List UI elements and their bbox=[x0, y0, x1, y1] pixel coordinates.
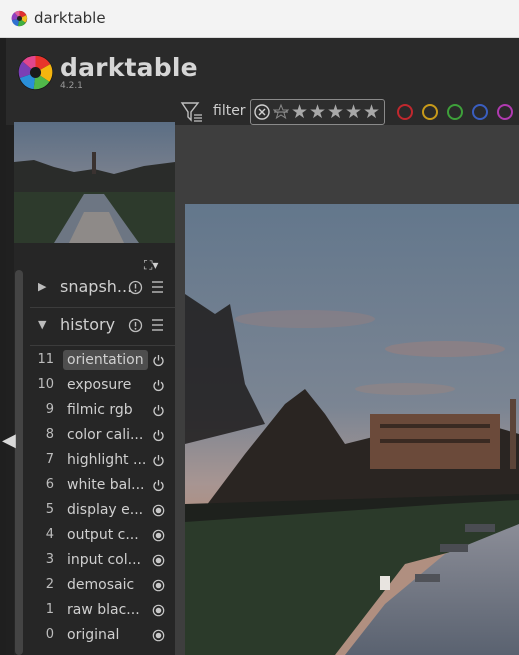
always-on-icon bbox=[152, 554, 165, 567]
power-icon bbox=[153, 380, 164, 392]
presets-menu-icon[interactable] bbox=[151, 318, 164, 332]
app-brand: darktable bbox=[60, 53, 198, 82]
expand-arrow-icon: ▶ bbox=[38, 280, 47, 293]
reject-icon[interactable] bbox=[254, 104, 270, 120]
history-item-label: color cali... bbox=[67, 427, 144, 443]
history-item[interactable]: 3 input col... bbox=[30, 548, 175, 573]
panel-scrollbar[interactable] bbox=[15, 270, 23, 655]
rating-star-2[interactable]: ★ bbox=[309, 101, 326, 123]
history-item-number: 9 bbox=[45, 402, 54, 417]
history-item-label: display e... bbox=[67, 502, 144, 518]
history-item-label: original bbox=[67, 627, 120, 643]
color-label-blue[interactable] bbox=[472, 104, 488, 120]
history-item-label: demosaic bbox=[67, 577, 135, 593]
module-divider bbox=[30, 345, 175, 346]
history-item-number: 0 bbox=[45, 627, 54, 642]
history-item-number: 8 bbox=[45, 427, 54, 442]
presets-menu-icon[interactable] bbox=[151, 280, 164, 294]
history-item-label: output c... bbox=[67, 527, 139, 543]
power-icon bbox=[153, 355, 164, 367]
history-item-label: highlight ... bbox=[67, 452, 147, 468]
rating-star-4[interactable]: ★ bbox=[345, 101, 362, 123]
always-on-icon bbox=[152, 629, 165, 642]
darktable-logo-icon bbox=[17, 54, 54, 91]
history-module-header[interactable]: ▼ history bbox=[30, 308, 175, 344]
power-icon bbox=[153, 430, 164, 442]
history-item[interactable]: 9 filmic rgb bbox=[30, 398, 175, 423]
always-on-icon bbox=[152, 529, 165, 542]
history-item-number: 2 bbox=[45, 577, 54, 592]
history-item-number: 5 bbox=[45, 502, 54, 517]
filter-icon[interactable] bbox=[180, 100, 204, 124]
history-item-label: input col... bbox=[67, 552, 141, 568]
history-item[interactable]: 11 orientation bbox=[30, 348, 175, 373]
history-item-number: 7 bbox=[45, 452, 54, 467]
history-item-number: 11 bbox=[37, 352, 54, 367]
history-item-label: filmic rgb bbox=[67, 402, 133, 418]
rating-star-5[interactable]: ★ bbox=[363, 101, 380, 123]
always-on-icon bbox=[152, 504, 165, 517]
filter-label: filter bbox=[213, 103, 246, 119]
history-item[interactable]: 0 original bbox=[30, 623, 175, 648]
history-item[interactable]: 4 output c... bbox=[30, 523, 175, 548]
main-image[interactable] bbox=[185, 204, 519, 655]
color-label-green[interactable] bbox=[447, 104, 463, 120]
rating-filter[interactable]: ★ ★ ★ ★ ★ bbox=[250, 99, 385, 125]
history-item[interactable]: 7 highlight ... bbox=[30, 448, 175, 473]
always-on-icon bbox=[152, 604, 165, 617]
color-label-purple[interactable] bbox=[497, 104, 513, 120]
history-item-number: 1 bbox=[45, 602, 54, 617]
power-icon bbox=[153, 405, 164, 417]
always-on-icon bbox=[152, 579, 165, 592]
history-item[interactable]: 6 white bal... bbox=[30, 473, 175, 498]
module-name: snapsh... bbox=[60, 277, 133, 296]
history-item[interactable]: 1 raw blac... bbox=[30, 598, 175, 623]
collapse-left-panel-icon[interactable]: ◀ bbox=[2, 430, 16, 451]
history-item-number: 10 bbox=[37, 377, 54, 392]
history-item-number: 4 bbox=[45, 527, 54, 542]
color-label-red[interactable] bbox=[397, 104, 413, 120]
history-item[interactable]: 2 demosaic bbox=[30, 573, 175, 598]
collapse-arrow-icon: ▼ bbox=[38, 318, 47, 331]
power-icon bbox=[153, 480, 164, 492]
app-version: 4.2.1 bbox=[60, 81, 83, 91]
rating-star-1[interactable]: ★ bbox=[291, 101, 308, 123]
rating-star-3[interactable]: ★ bbox=[327, 101, 344, 123]
unstarred-icon[interactable] bbox=[273, 103, 289, 121]
navigation-thumbnail[interactable] bbox=[14, 122, 175, 243]
color-label-yellow[interactable] bbox=[422, 104, 438, 120]
darktable-app-icon bbox=[11, 10, 28, 27]
window-title: darktable bbox=[34, 9, 106, 27]
history-item-label: orientation bbox=[63, 350, 148, 370]
history-item-label: white bal... bbox=[67, 477, 145, 493]
snapshots-module-header[interactable]: ▶ snapsh... bbox=[30, 270, 175, 306]
history-item[interactable]: 10 exposure bbox=[30, 373, 175, 398]
info-icon[interactable] bbox=[128, 280, 143, 295]
history-item-number: 6 bbox=[45, 477, 54, 492]
history-item-number: 3 bbox=[45, 552, 54, 567]
history-item[interactable]: 5 display e... bbox=[30, 498, 175, 523]
window-titlebar: darktable bbox=[0, 0, 519, 38]
module-name: history bbox=[60, 315, 116, 334]
power-icon bbox=[153, 455, 164, 467]
history-item-label: raw blac... bbox=[67, 602, 140, 618]
history-item[interactable]: 8 color cali... bbox=[30, 423, 175, 448]
info-icon[interactable] bbox=[128, 318, 143, 333]
history-item-label: exposure bbox=[67, 377, 132, 393]
